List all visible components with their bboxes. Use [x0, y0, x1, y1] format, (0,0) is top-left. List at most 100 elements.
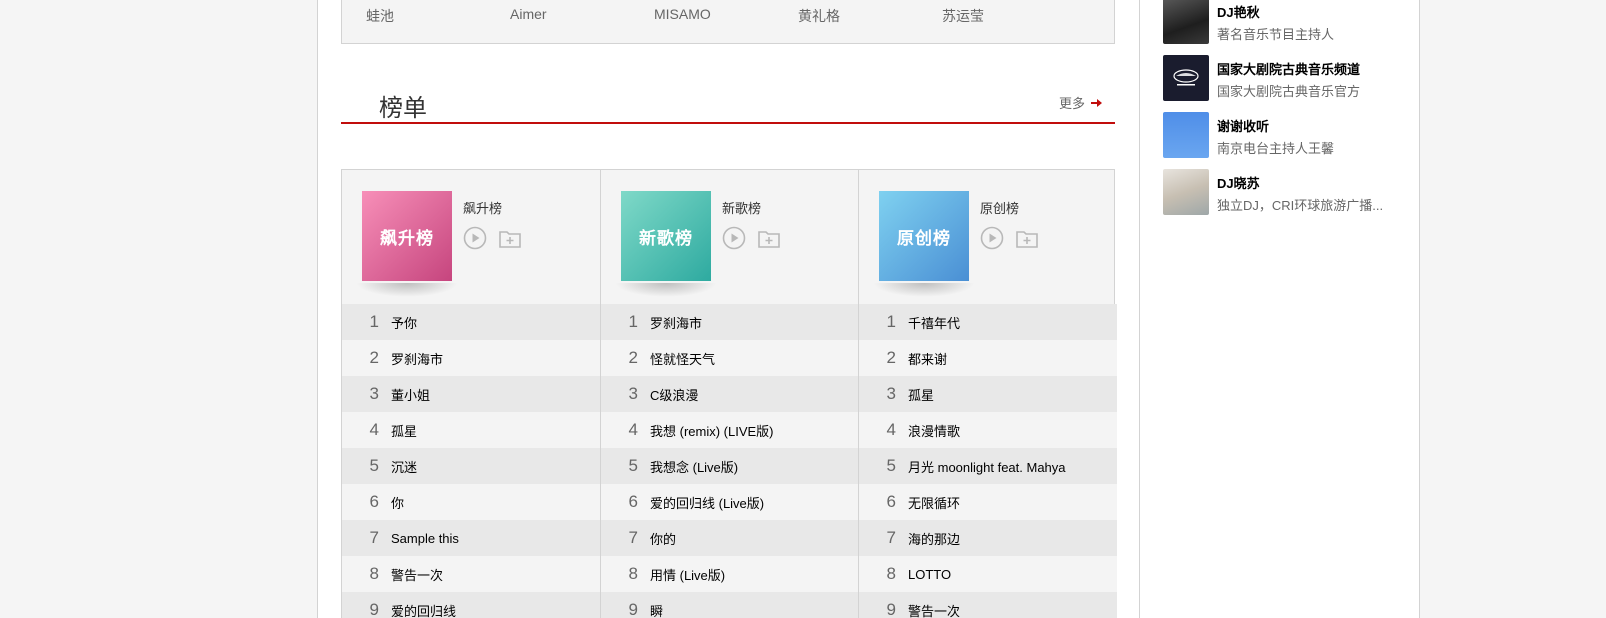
song-row: 1 予你 [342, 304, 600, 340]
singer-name[interactable]: MISAMO [654, 6, 711, 22]
dj-avatar[interactable] [1163, 169, 1209, 215]
song-title[interactable]: 怪就怪天气 [650, 349, 715, 368]
song-title[interactable]: Sample this [391, 531, 459, 546]
dj-description: 南京电台主持人王馨 [1217, 141, 1335, 156]
song-row: 9 警告一次 [859, 592, 1117, 618]
song-row: 4 孤星 [342, 412, 600, 448]
dj-name[interactable]: 谢谢收听 [1217, 116, 1269, 135]
rank-number: 4 [369, 420, 379, 439]
theater-logo-icon [1173, 69, 1199, 86]
play-icon[interactable] [980, 226, 1004, 250]
add-to-folder-icon[interactable] [1015, 226, 1039, 250]
dj-avatar[interactable] [1163, 55, 1209, 101]
rank-number: 9 [628, 600, 638, 618]
song-title[interactable]: 沉迷 [391, 457, 417, 476]
dj-avatar[interactable] [1163, 0, 1209, 44]
more-link[interactable]: 更多 [1059, 93, 1103, 112]
play-icon[interactable] [463, 226, 487, 250]
song-title[interactable]: 浪漫情歌 [908, 421, 960, 440]
song-title[interactable]: 海的那边 [908, 529, 960, 548]
cover-text: 新歌榜 [639, 228, 693, 249]
song-title[interactable]: LOTTO [908, 567, 951, 582]
dj-description: 著名音乐节目主持人 [1217, 27, 1335, 42]
song-title[interactable]: 孤星 [391, 421, 417, 440]
song-title[interactable]: 你的 [650, 529, 676, 548]
rank-number: 3 [886, 384, 896, 403]
song-row: 6 爱的回归线 (Live版) [601, 484, 859, 520]
rank-number: 1 [628, 312, 638, 331]
chart-cover[interactable]: 飙升榜 [356, 191, 458, 297]
dj-item[interactable]: DJ艳秋 著名音乐节目主持人 [1163, 0, 1413, 44]
singer-strip: 蛙池 Aimer MISAMO 黄礼格 苏运莹 [341, 0, 1115, 44]
song-title[interactable]: 我想 (remix) (LIVE版) [650, 421, 774, 440]
song-title[interactable]: 我想念 (Live版) [650, 457, 738, 476]
song-row: 6你 [342, 484, 600, 520]
song-title[interactable]: C级浪漫 [650, 385, 698, 404]
rank-number: 2 [628, 348, 638, 367]
song-title[interactable]: 罗刹海市 [391, 349, 443, 368]
song-row: 7 海的那边 [859, 520, 1117, 556]
song-title[interactable]: 你 [391, 493, 404, 512]
song-title[interactable]: 罗刹海市 [650, 313, 702, 332]
song-row: 5 月光 moonlight feat. Mahya [859, 448, 1117, 484]
rank-number: 3 [628, 384, 638, 403]
cover-text: 飙升榜 [380, 228, 434, 249]
song-title[interactable]: 爱的回归线 (Live版) [650, 493, 764, 512]
chart-header: 新歌榜 新歌榜 [601, 170, 859, 304]
singer-name[interactable]: 蛙池 [366, 6, 394, 26]
song-title[interactable]: 孤星 [908, 385, 934, 404]
song-row: 4 我想 (remix) (LIVE版) [601, 412, 859, 448]
dj-item[interactable]: 国家大剧院古典音乐频道 国家大剧院古典音乐官方 [1163, 55, 1413, 101]
song-title[interactable]: 月光 moonlight feat. Mahya [908, 457, 1066, 476]
song-row: 3 孤星 [859, 376, 1117, 412]
song-title[interactable]: 千禧年代 [908, 313, 960, 332]
main-content: 蛙池 Aimer MISAMO 黄礼格 苏运莹 榜单 更多 飙升榜 飙升榜 1 … [341, 0, 1117, 618]
chart-title[interactable]: 飙升榜 [463, 198, 502, 217]
song-title[interactable]: 董小姐 [391, 385, 430, 404]
song-title[interactable]: 爱的回归线 [391, 601, 456, 618]
dj-name[interactable]: 国家大剧院古典音乐频道 [1217, 59, 1360, 78]
add-to-folder-icon[interactable] [498, 226, 522, 250]
dj-item[interactable]: DJ晓苏 独立DJ，CRI环球旅游广播... [1163, 169, 1413, 215]
rank-number: 5 [369, 456, 379, 475]
singer-name[interactable]: 苏运莹 [942, 6, 984, 26]
add-to-folder-icon[interactable] [757, 226, 781, 250]
song-title[interactable]: 予你 [391, 313, 417, 332]
rank-number: 1 [369, 312, 379, 331]
rank-number: 5 [886, 456, 896, 475]
song-title[interactable]: 警告一次 [391, 565, 443, 584]
dj-item[interactable]: 谢谢收听 南京电台主持人王馨 [1163, 112, 1413, 158]
rank-number: 7 [886, 528, 896, 547]
song-title[interactable]: 用情 (Live版) [650, 565, 725, 584]
chart-cover[interactable]: 原创榜 [873, 191, 975, 297]
chart-title[interactable]: 新歌榜 [722, 198, 761, 217]
chart-column: 新歌榜 新歌榜 1 罗刹海市 2 怪就怪天气 3 C级浪漫 4 我想 (remix) (… [600, 170, 859, 618]
chart-title[interactable]: 原创榜 [980, 198, 1019, 217]
rank-number: 7 [628, 528, 638, 547]
song-row: 2 怪就怪天气 [601, 340, 859, 376]
dj-name[interactable]: DJ艳秋 [1217, 2, 1260, 21]
singer-name[interactable]: 黄礼格 [798, 6, 840, 26]
song-row: 8 用情 (Live版) [601, 556, 859, 592]
song-row: 1 千禧年代 [859, 304, 1117, 340]
rank-number: 4 [628, 420, 638, 439]
song-row: 3 C级浪漫 [601, 376, 859, 412]
rank-number: 6 [886, 492, 896, 511]
song-title[interactable]: 瞬 [650, 601, 663, 618]
charts-container: 飙升榜 飙升榜 1 予你 2 罗刹海市 3 董小姐 4 孤星 5 沉迷 6你 7 Sampl… [341, 169, 1117, 618]
song-row: 2 都来谢 [859, 340, 1117, 376]
chart-cover[interactable]: 新歌榜 [615, 191, 717, 297]
dj-name[interactable]: DJ晓苏 [1217, 173, 1260, 192]
chart-column: 飙升榜 飙升榜 1 予你 2 罗刹海市 3 董小姐 4 孤星 5 沉迷 6你 7 Sampl… [342, 170, 600, 618]
play-icon[interactable] [722, 226, 746, 250]
chart-header: 原创榜 原创榜 [859, 170, 1117, 304]
song-row: 7 你的 [601, 520, 859, 556]
singer-name[interactable]: Aimer [510, 6, 547, 22]
song-title[interactable]: 都来谢 [908, 349, 947, 368]
section-title: 榜单 [379, 94, 427, 122]
song-title[interactable]: 警告一次 [908, 601, 960, 618]
dj-avatar[interactable] [1163, 112, 1209, 158]
cover-text: 原创榜 [897, 228, 951, 249]
song-title[interactable]: 无限循环 [908, 493, 960, 512]
rank-number: 8 [886, 564, 896, 583]
